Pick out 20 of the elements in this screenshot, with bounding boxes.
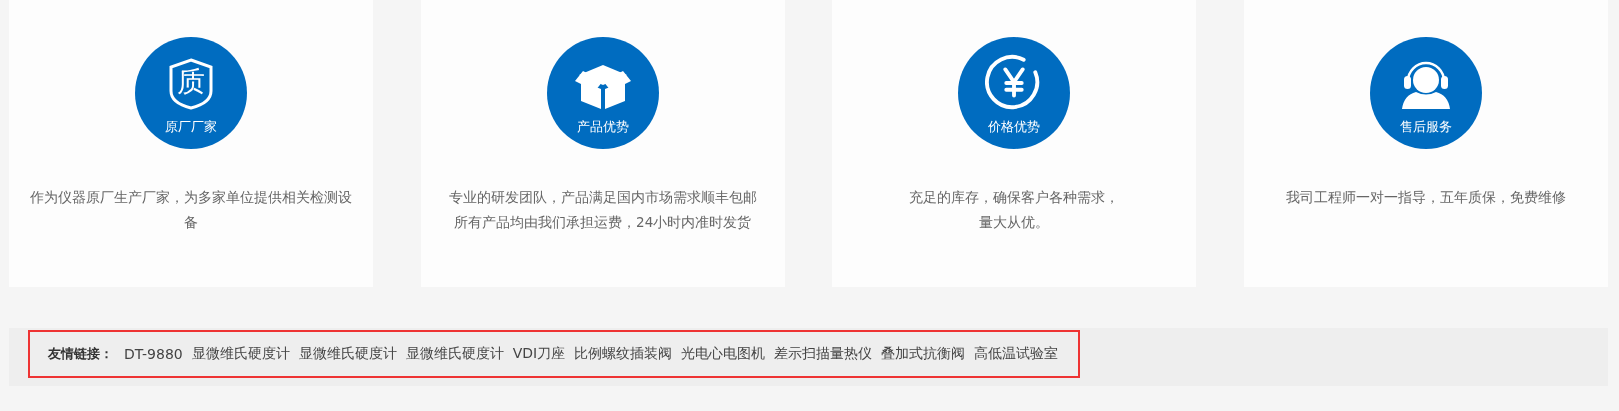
friend-link[interactable]: DT-9880 [124, 346, 183, 362]
friend-link[interactable]: VDI刀座 [512, 345, 566, 363]
friend-link[interactable]: 显微维氏硬度计 [191, 345, 290, 363]
feature-description: 我司工程师一对一指导，五年质保，免费维修 [1284, 188, 1567, 207]
customer-service-icon [1399, 59, 1452, 111]
feature-title: 价格优势 [988, 119, 1041, 135]
friend-links-label: 友情链接： [48, 345, 113, 363]
friend-link[interactable]: 叠加式抗衡阀 [881, 345, 966, 363]
friend-link[interactable]: 高低温试验室 [974, 345, 1059, 363]
feature-title: 售后服务 [1399, 119, 1452, 135]
feature-title: 产品优势 [576, 119, 629, 135]
feature-description: 充足的库存，确保客户各种需求， 量大从优。 [908, 188, 1121, 232]
friend-link[interactable]: 显微维氏硬度计 [298, 345, 397, 363]
feature-title: 原厂厂家 [165, 119, 217, 135]
friend-link[interactable]: 光电心电图机 [681, 345, 766, 363]
feature-description: 作为仪器原厂生产厂家，为多家单位提供相关检测设 备 [29, 188, 353, 232]
feature-description: 专业的研发团队，产品满足国内市场需求顺丰包邮 所有产品均由我们承担运费，24小时内准时发货 [447, 188, 758, 232]
friend-link[interactable]: 差示扫描量热仪 [774, 345, 873, 363]
friend-link[interactable]: 比例螺纹插装阀 [574, 345, 673, 363]
friend-link[interactable]: 显微维氏硬度计 [405, 345, 504, 363]
